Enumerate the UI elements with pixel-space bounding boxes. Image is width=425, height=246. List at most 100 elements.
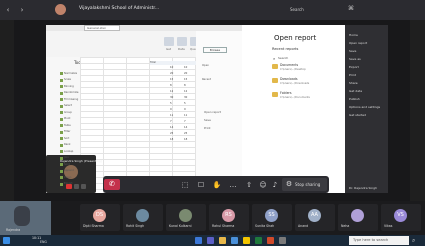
nav-item[interactable]: Share: [349, 81, 358, 85]
cell-value[interactable]: 12: [184, 90, 187, 93]
camera-icon[interactable]: [74, 184, 79, 189]
cell-value[interactable]: 18: [170, 138, 173, 141]
forward-icon[interactable]: ›: [18, 6, 26, 14]
nav-item[interactable]: Print: [349, 73, 356, 77]
cell-value[interactable]: 20: [170, 72, 173, 75]
cell-value[interactable]: 11: [184, 114, 187, 117]
nav-item[interactable]: Save: [349, 49, 356, 53]
cell-value[interactable]: 14: [184, 126, 187, 129]
cell-value[interactable]: 10: [170, 66, 173, 69]
hang-up-button[interactable]: ✆: [104, 179, 120, 190]
chrome-icon[interactable]: [267, 237, 274, 244]
nav-item[interactable]: Publish: [349, 97, 360, 101]
tool-item[interactable]: Append: [64, 169, 74, 172]
cell-value[interactable]: 12: [170, 90, 173, 93]
backstage-item[interactable]: Open report: [204, 110, 221, 114]
tool-item[interactable]: Lookup: [64, 150, 73, 153]
tool-item[interactable]: Group: [64, 111, 72, 114]
cell-value[interactable]: 14: [170, 126, 173, 129]
more-icon[interactable]: ⌘: [348, 5, 354, 12]
tool-item[interactable]: Binning: [64, 85, 74, 88]
powerbi-icon[interactable]: [243, 237, 250, 244]
tool-item[interactable]: Join: [64, 156, 69, 159]
tool-item[interactable]: Fill missing: [64, 98, 78, 101]
cell-value[interactable]: 15: [170, 78, 173, 81]
tool-item[interactable]: Select: [64, 104, 72, 107]
open-link[interactable]: Open: [202, 64, 209, 67]
file-name[interactable]: Folders: [280, 91, 292, 95]
audio-icon[interactable]: ♪: [270, 180, 280, 190]
tool-item[interactable]: Clean: [64, 176, 71, 179]
data-button[interactable]: [177, 37, 187, 46]
tray-language[interactable]: ENG: [40, 240, 47, 244]
cell-value[interactable]: 30: [184, 96, 187, 99]
mail-icon[interactable]: [231, 237, 238, 244]
account-name[interactable]: Dr. Rajendra Singh: [349, 186, 377, 190]
edge-icon[interactable]: [195, 237, 202, 244]
tool-icon: [60, 91, 63, 95]
cell-value[interactable]: 8: [170, 84, 172, 87]
cell-value[interactable]: 5: [170, 102, 172, 105]
nav-item[interactable]: Export: [349, 65, 359, 69]
cell-value[interactable]: 10: [184, 66, 187, 69]
cell-value[interactable]: 25: [170, 132, 173, 135]
cell-value[interactable]: 25: [184, 132, 187, 135]
cell-value[interactable]: 20: [184, 72, 187, 75]
tool-item[interactable]: Randomize: [64, 91, 78, 94]
start-icon[interactable]: [3, 237, 10, 244]
tool-item[interactable]: Sort: [64, 137, 69, 140]
tool-icon: [60, 117, 63, 121]
share-tray-icon[interactable]: ⬚: [180, 180, 190, 190]
nav-item[interactable]: Open report: [349, 41, 367, 45]
tool-item[interactable]: Filter: [64, 130, 70, 133]
cell-value[interactable]: 9: [184, 108, 186, 111]
cell-value[interactable]: 5: [184, 102, 186, 105]
more-actions-icon[interactable]: …: [228, 180, 238, 190]
tool-item[interactable]: Rank: [64, 143, 70, 146]
cell-value[interactable]: 9: [170, 108, 172, 111]
pin-icon[interactable]: [81, 184, 86, 189]
teams-icon[interactable]: [207, 237, 214, 244]
tool-item[interactable]: Pivot: [64, 117, 70, 120]
settings-app-icon[interactable]: [279, 237, 286, 244]
recent-link[interactable]: Recent: [202, 78, 211, 81]
tool-icon: [60, 130, 63, 134]
nav-item[interactable]: Home: [349, 33, 358, 37]
tool-item[interactable]: Table: [64, 124, 71, 127]
nav-item[interactable]: Get started: [349, 113, 366, 117]
cell-value[interactable]: 8: [184, 84, 186, 87]
cell-value[interactable]: 30: [170, 96, 173, 99]
spreadsheet-grid[interactable]: [80, 57, 196, 193]
file-name[interactable]: Downloads: [280, 77, 298, 81]
search-icon[interactable]: ⌕: [273, 56, 275, 61]
meeting-title: Vijayalakshmi School of Administr...: [79, 6, 160, 11]
file-name[interactable]: Documents: [280, 63, 298, 67]
cell-value[interactable]: 7: [184, 120, 186, 123]
participant-name: Neha: [341, 224, 350, 228]
back-icon[interactable]: ‹: [4, 6, 12, 14]
nav-item[interactable]: Get data: [349, 89, 362, 93]
chat-icon[interactable]: ☐: [196, 180, 206, 190]
cell-value[interactable]: 15: [184, 78, 187, 81]
upload-icon[interactable]: ⇧: [244, 180, 254, 190]
browse-button[interactable]: Browse: [203, 47, 227, 53]
file-explorer-icon[interactable]: [219, 237, 226, 244]
backstage-item[interactable]: Print: [204, 126, 210, 130]
tool-item[interactable]: Normalize: [64, 72, 77, 75]
tool-item[interactable]: Split: [64, 163, 70, 166]
backstage-item[interactable]: Save: [204, 118, 211, 122]
cell-value[interactable]: 7: [170, 120, 172, 123]
get-data-button[interactable]: [164, 37, 174, 46]
nav-item[interactable]: Options and settings: [349, 105, 380, 109]
tool-item[interactable]: Export: [64, 182, 73, 185]
search-input[interactable]: Search: [282, 6, 328, 14]
cell-value[interactable]: 18: [184, 138, 187, 141]
reactions-icon[interactable]: ☺: [258, 180, 268, 190]
cell-value[interactable]: 11: [170, 114, 173, 117]
windows-search-input[interactable]: Type here to search: [349, 236, 409, 245]
tool-item[interactable]: Scale: [64, 78, 71, 81]
nav-item[interactable]: Save as: [349, 57, 361, 61]
excel-icon[interactable]: [255, 237, 262, 244]
raise-hand-icon[interactable]: ✋: [212, 180, 222, 190]
search-icon[interactable]: ⌕: [412, 237, 415, 245]
